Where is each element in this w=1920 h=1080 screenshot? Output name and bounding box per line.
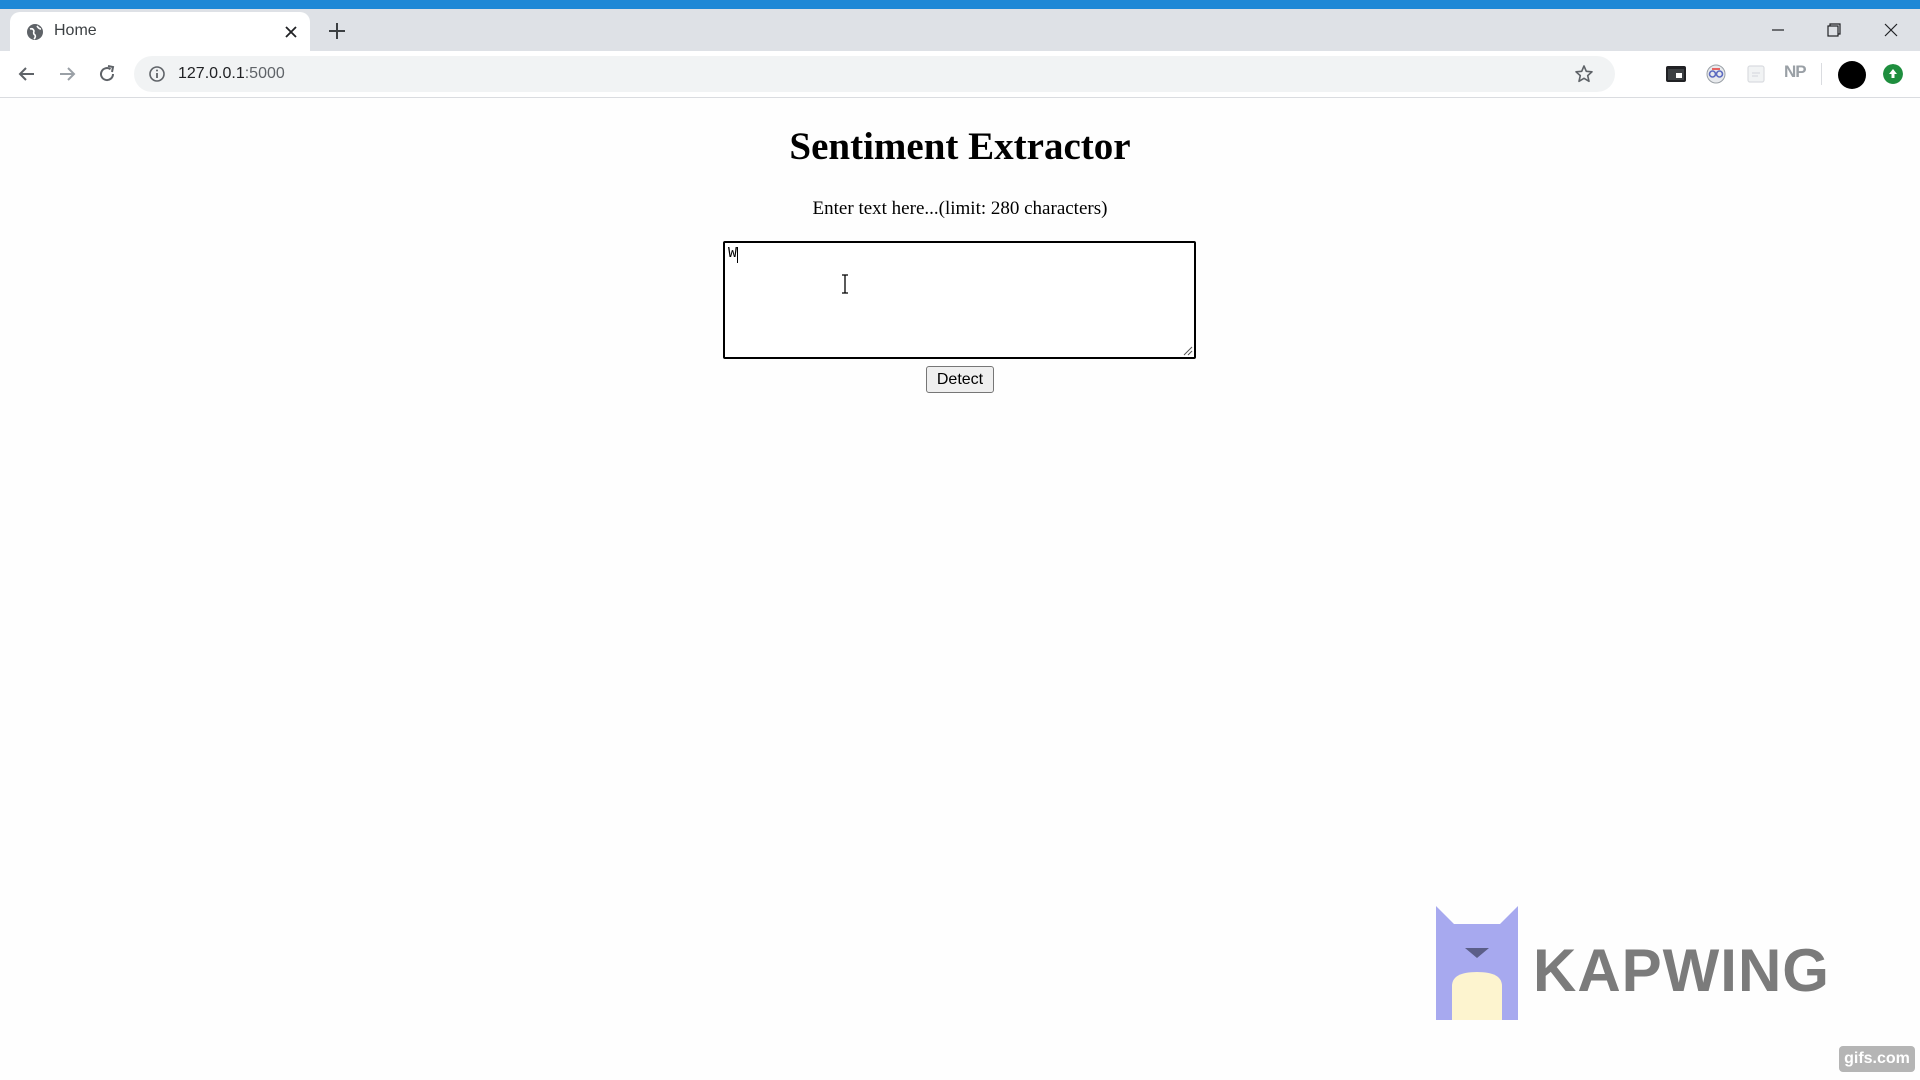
text-cursor-icon — [842, 274, 848, 294]
text-caret — [737, 247, 738, 263]
input-label: Enter text here...(limit: 280 characters… — [812, 198, 1108, 219]
bookmark-star-icon[interactable] — [1574, 64, 1594, 84]
page-title: Sentiment Extractor — [789, 125, 1131, 168]
page-content: Sentiment Extractor Enter text here...(l… — [0, 98, 1920, 1080]
kapwing-cat-logo-icon — [1436, 906, 1518, 1020]
detect-button[interactable]: Detect — [926, 366, 994, 393]
tab-title: Home — [54, 22, 97, 39]
window-title-strip — [0, 0, 1920, 9]
restore-icon[interactable] — [1821, 17, 1847, 43]
screen-capture-extension-icon[interactable] — [1665, 63, 1687, 85]
browser-toolbar: 127.0.0.1:5000 NP — [0, 51, 1920, 98]
glasses-extension-icon[interactable] — [1705, 63, 1727, 85]
np-extension-icon[interactable]: NP — [1784, 62, 1807, 82]
toolbar-divider — [1821, 63, 1822, 85]
update-icon[interactable] — [1883, 64, 1903, 84]
text-input[interactable]: W — [723, 241, 1196, 359]
page-extension-icon[interactable] — [1745, 63, 1767, 85]
globe-icon — [27, 24, 43, 40]
resize-handle-icon[interactable] — [1181, 344, 1193, 356]
forward-icon[interactable] — [55, 62, 79, 86]
close-window-icon[interactable] — [1878, 17, 1904, 43]
url-text[interactable]: 127.0.0.1:5000 — [178, 65, 285, 83]
reload-icon[interactable] — [95, 62, 119, 86]
tab-home[interactable]: Home — [10, 12, 310, 51]
minimize-icon[interactable] — [1765, 17, 1791, 43]
new-tab-icon[interactable] — [326, 20, 348, 42]
back-icon[interactable] — [15, 62, 39, 86]
address-bar[interactable]: 127.0.0.1:5000 — [134, 56, 1615, 92]
url-host: 127.0.0.1 — [178, 65, 245, 82]
profile-avatar[interactable] — [1838, 61, 1866, 89]
text-input-value: W — [728, 245, 738, 262]
tab-strip: Home — [0, 9, 1920, 51]
kapwing-watermark: KAPWING — [1436, 906, 1836, 1020]
close-icon[interactable] — [282, 23, 300, 41]
kapwing-wordmark: KAPWING — [1533, 937, 1830, 1004]
url-port: :5000 — [244, 65, 285, 82]
gifs-watermark: gifs.com — [1839, 1046, 1915, 1072]
info-icon[interactable] — [148, 65, 166, 83]
